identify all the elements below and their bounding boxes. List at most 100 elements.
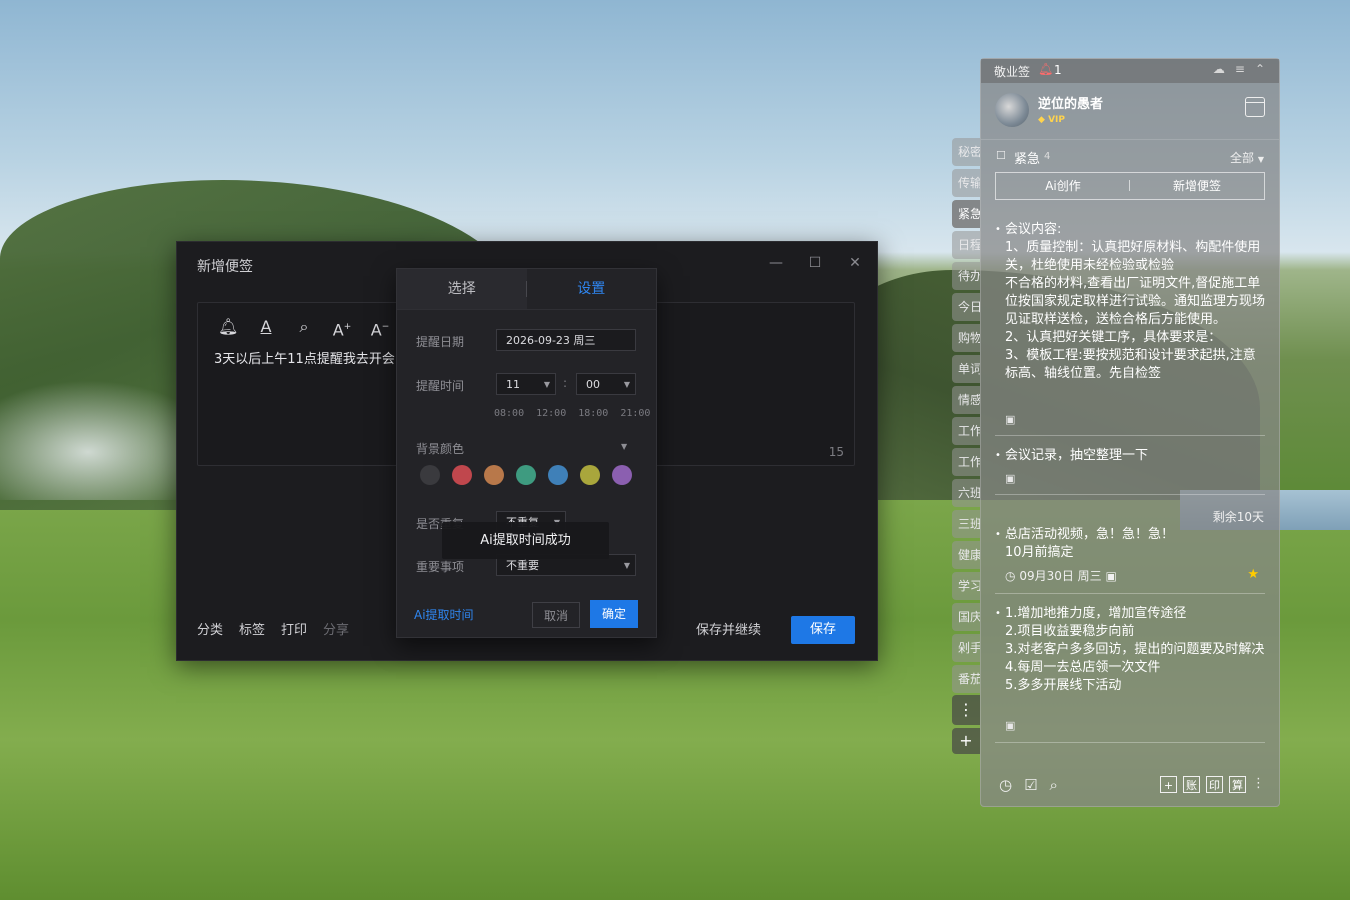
notification-bell-icon[interactable]: 🔔︎ xyxy=(1038,62,1053,76)
reminder-date-field[interactable]: 2026-09-23 周三 xyxy=(496,329,636,351)
category-name: 紧急 xyxy=(1014,152,1041,167)
username[interactable]: 逆位的愚者 xyxy=(1038,93,1103,112)
side-tab[interactable]: 国庆 xyxy=(952,603,980,631)
side-tab[interactable]: 单词 xyxy=(952,355,980,383)
ledger-icon[interactable]: 账 xyxy=(1183,776,1200,793)
ai-extract-time-link[interactable]: Ai提取时间 xyxy=(414,606,474,623)
side-tab[interactable]: 日程 xyxy=(952,231,980,259)
menu-icon[interactable]: ≡ xyxy=(1235,62,1245,76)
color-swatch-green[interactable] xyxy=(516,465,536,485)
tab-settings[interactable]: 设置 xyxy=(526,269,656,309)
tag-button[interactable]: 标签 xyxy=(239,619,265,638)
note-item[interactable]: • 总店活动视频，急！急！急！ 10月前搞定 xyxy=(995,526,1265,562)
note-text: 会议记录，抽空整理一下 xyxy=(1005,448,1149,463)
cancel-button[interactable]: 取消 xyxy=(532,602,580,628)
side-tab[interactable]: 六班 xyxy=(952,479,980,507)
hour-select[interactable]: 11 ▼ xyxy=(496,373,556,395)
cloud-sync-icon[interactable]: ☁︎ xyxy=(1213,62,1225,76)
more-icon[interactable]: ⋮ xyxy=(1252,776,1265,793)
side-tab[interactable]: 工作 xyxy=(952,417,980,445)
note-item[interactable]: • 会议记录，抽空整理一下 xyxy=(995,447,1265,465)
bullet: • xyxy=(995,608,1001,619)
font-increase-icon[interactable]: A+ xyxy=(332,317,352,339)
color-swatch-red[interactable] xyxy=(452,465,472,485)
tab-select[interactable]: 选择 xyxy=(397,269,527,309)
side-tab[interactable]: 学习 xyxy=(952,572,980,600)
note-item[interactable]: • 1.增加地推力度，增加宣传途径 2.项目收益要稳步向前 3.对老客户多多回访… xyxy=(995,605,1265,695)
calculator-icon[interactable]: 算 xyxy=(1229,776,1246,793)
checklist-icon[interactable]: ☑ xyxy=(1024,776,1037,794)
bell-icon[interactable]: 🔔︎ xyxy=(218,317,238,337)
maximize-button[interactable]: ☐ xyxy=(804,252,826,274)
attachment-icon[interactable]: ▣ xyxy=(1005,719,1015,732)
side-tab[interactable]: 健康 xyxy=(952,541,980,569)
chevron-down-icon: ▼ xyxy=(1257,155,1264,164)
clock-icon[interactable]: ◷ xyxy=(999,776,1012,794)
panel-footer: ◷ ☑ ⌕ + 账 印 算 ⋮ xyxy=(981,766,1279,806)
quick-time-option[interactable]: 18:00 xyxy=(578,408,608,419)
hour-value: 11 xyxy=(506,378,520,391)
note-text: 会议内容: 1、质量控制：认真把好原材料、构配件使用关，杜绝使用未经检验或检验 … xyxy=(1005,222,1265,381)
category-count: 4 xyxy=(1044,151,1051,162)
share-button[interactable]: 分享 xyxy=(323,619,349,638)
quick-time-option[interactable]: 21:00 xyxy=(620,408,650,419)
minute-select[interactable]: 00 ▼ xyxy=(576,373,636,395)
close-button[interactable]: ✕ xyxy=(844,252,866,274)
side-tab[interactable]: 剁手 xyxy=(952,634,980,662)
minimize-button[interactable]: — xyxy=(765,252,787,274)
print-icon[interactable]: 印 xyxy=(1206,776,1223,793)
filter-dropdown[interactable]: 全部 ▼ xyxy=(1230,149,1264,166)
chevron-down-icon: ▼ xyxy=(623,561,630,570)
calendar-icon[interactable] xyxy=(1245,97,1265,117)
ai-create-button[interactable]: Ai创作 xyxy=(996,173,1130,199)
confirm-button[interactable]: 确定 xyxy=(590,600,638,628)
add-category-button[interactable]: + xyxy=(952,728,980,754)
color-swatch-purple[interactable] xyxy=(612,465,632,485)
color-swatch-yellow[interactable] xyxy=(580,465,600,485)
quick-time-option[interactable]: 12:00 xyxy=(536,408,566,419)
font-decrease-icon[interactable]: A− xyxy=(370,317,390,339)
header-icons: ☁︎ ≡ ⌃ xyxy=(1213,62,1265,76)
side-tab[interactable]: 工作 xyxy=(952,448,980,476)
attachment-icon[interactable]: ▣ xyxy=(1005,472,1015,485)
category-button[interactable]: 分类 xyxy=(197,619,223,638)
star-icon[interactable]: ★ xyxy=(1247,567,1259,582)
side-tab-active[interactable]: 紧急 xyxy=(952,200,980,228)
chevron-down-icon[interactable]: ▼ xyxy=(621,442,627,451)
dialog-footer-actions: 分类 标签 打印 分享 xyxy=(197,619,349,638)
note-divider xyxy=(995,494,1265,495)
color-swatch-gray[interactable] xyxy=(420,465,440,485)
attachment-icon[interactable]: ▣ xyxy=(1005,413,1015,426)
footer-right-icons: + 账 印 算 ⋮ xyxy=(1160,776,1265,793)
reminder-date-label: 提醒日期 xyxy=(416,335,465,349)
category-side-tabs: 秘密 传输 紧急 日程 待办 今日 购物 单词 情感 工作 工作 六班 三班 健… xyxy=(952,138,980,696)
text-color-icon[interactable]: A xyxy=(256,317,276,337)
more-tabs-button[interactable]: ⋮ xyxy=(952,695,980,725)
side-tab[interactable]: 三班 xyxy=(952,510,980,538)
color-swatch-blue[interactable] xyxy=(548,465,568,485)
save-and-continue-button[interactable]: 保存并继续 xyxy=(696,619,761,638)
notification-count: 1 xyxy=(1054,63,1062,77)
note-item[interactable]: • 会议内容: 1、质量控制：认真把好原材料、构配件使用关，杜绝使用未经检验或检… xyxy=(995,221,1265,401)
remaining-days: 剩余10天 xyxy=(1212,510,1264,524)
side-tab[interactable]: 购物 xyxy=(952,324,980,352)
collapse-icon[interactable]: ⌃ xyxy=(1255,62,1265,76)
side-tab[interactable]: 秘密 xyxy=(952,138,980,166)
side-tab[interactable]: 番茄 xyxy=(952,665,980,693)
new-note-button[interactable]: 新增便签 xyxy=(1130,173,1264,199)
editor-content[interactable]: 3天以后上午11点提醒我去开会 xyxy=(214,348,395,367)
attachment-icon[interactable]: ▣ xyxy=(1106,569,1117,583)
side-tab[interactable]: 情感 xyxy=(952,386,980,414)
side-tab[interactable]: 传输 xyxy=(952,169,980,197)
avatar[interactable] xyxy=(995,93,1029,127)
quick-time-options: 08:00 12:00 18:00 21:00 xyxy=(494,408,650,419)
search-icon[interactable]: ⌕ xyxy=(1050,776,1058,794)
search-icon[interactable]: ⌕ xyxy=(294,317,314,337)
color-swatch-orange[interactable] xyxy=(484,465,504,485)
side-tab[interactable]: 今日 xyxy=(952,293,980,321)
quick-time-option[interactable]: 08:00 xyxy=(494,408,524,419)
save-button[interactable]: 保存 xyxy=(791,616,855,644)
side-tab[interactable]: 待办 xyxy=(952,262,980,290)
print-button[interactable]: 打印 xyxy=(281,619,307,638)
add-icon[interactable]: + xyxy=(1160,776,1177,793)
